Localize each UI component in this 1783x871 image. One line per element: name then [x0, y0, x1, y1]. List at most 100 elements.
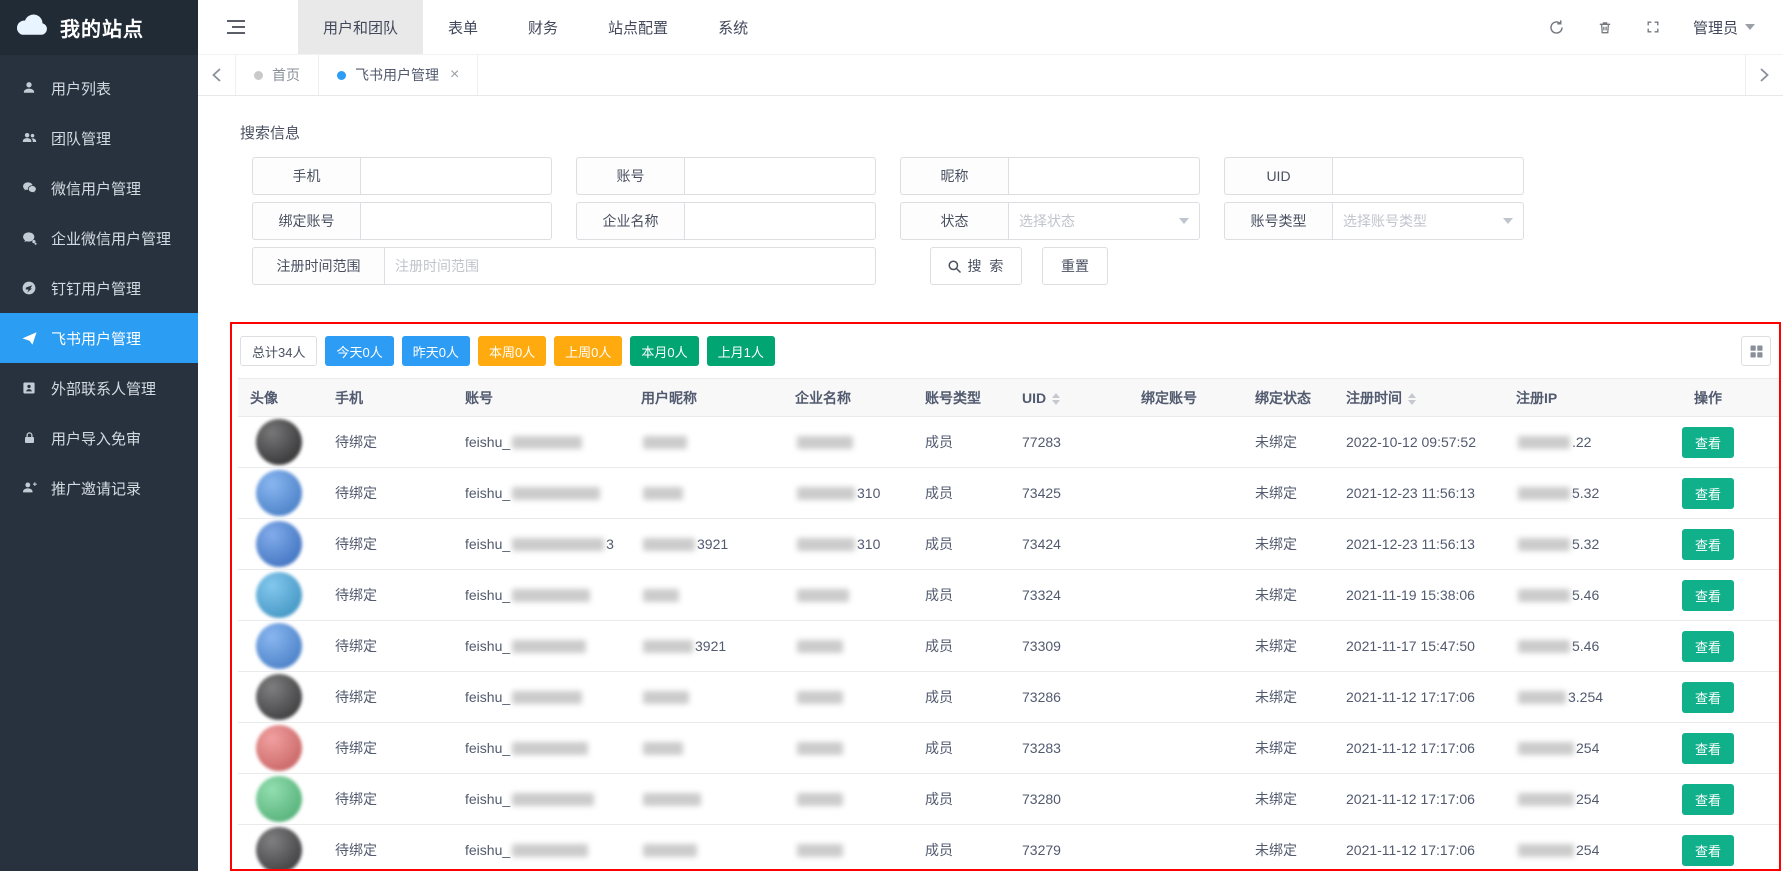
reset-button[interactable]: 重置 [1042, 247, 1108, 285]
account-cell: feishu_ [453, 621, 629, 672]
view-button[interactable]: 查看 [1682, 529, 1734, 560]
reg-ip-cell: 254 [1504, 723, 1631, 774]
bind-status-cell: 未绑定 [1243, 774, 1334, 825]
tabs-scroll-right-icon[interactable] [1745, 55, 1783, 95]
nickname-cell [629, 570, 783, 621]
sidebar-item-wecom-users[interactable]: 企业微信用户管理 [0, 213, 198, 263]
company-input[interactable] [684, 202, 876, 240]
search-form: 手机账号昵称UID绑定账号企业名称状态选择状态账号类型选择账号类型注册时间范围搜… [252, 157, 1783, 285]
logo[interactable]: 我的站点 [0, 0, 198, 55]
trash-icon[interactable] [1597, 19, 1613, 36]
top-menu-item-forms[interactable]: 表单 [423, 0, 503, 54]
account-input[interactable] [684, 157, 876, 195]
fullscreen-icon[interactable] [1645, 19, 1661, 35]
sidebar-item-invite-records[interactable]: 推广邀请记录 [0, 463, 198, 513]
stat-button-yesterday[interactable]: 昨天0人 [402, 336, 470, 366]
app-title: 我的站点 [60, 13, 144, 42]
collapse-menu-icon[interactable] [226, 19, 246, 35]
bind-account-input[interactable] [360, 202, 552, 240]
column-settings-button[interactable] [1741, 336, 1771, 366]
search-form-row: 绑定账号企业名称状态选择状态账号类型选择账号类型 [252, 202, 1783, 240]
company-cell [783, 417, 913, 468]
table-row: 待绑定feishu_成员73286未绑定2021-11-12 17:17:063… [238, 672, 1781, 723]
avatar [256, 521, 302, 567]
stat-button-this-month[interactable]: 本月0人 [630, 336, 698, 366]
stat-button-last-month[interactable]: 上月1人 [707, 336, 775, 366]
tab-home[interactable]: 首页 [236, 55, 319, 95]
table-row: 待绑定feishu_成员77283未绑定2022-10-12 09:57:52.… [238, 417, 1781, 468]
view-button[interactable]: 查看 [1682, 682, 1734, 713]
uid-input[interactable] [1332, 157, 1524, 195]
sidebar-item-wechat-users[interactable]: 微信用户管理 [0, 163, 198, 213]
sidebar-item-dingtalk-users[interactable]: 钉钉用户管理 [0, 263, 198, 313]
view-button[interactable]: 查看 [1682, 733, 1734, 764]
view-button[interactable]: 查看 [1682, 784, 1734, 815]
sidebar-item-external-contacts[interactable]: 外部联系人管理 [0, 363, 198, 413]
reg-ip-cell: 254 [1504, 774, 1631, 825]
column-header: 头像 [238, 379, 323, 417]
uid-cell: 73283 [1010, 723, 1129, 774]
sidebar-item-user-import[interactable]: 用户导入免审 [0, 413, 198, 463]
uid-cell: 77283 [1010, 417, 1129, 468]
redacted-text [1518, 742, 1574, 755]
bind-status-cell: 未绑定 [1243, 570, 1334, 621]
field-label: 注册时间范围 [252, 247, 384, 285]
action-cell: 查看 [1631, 774, 1781, 825]
bind-account-cell [1129, 672, 1243, 723]
redacted-text [797, 436, 853, 449]
avatar-cell [238, 672, 323, 723]
field-label: 账号类型 [1224, 202, 1332, 240]
sidebar-item-user-list[interactable]: 用户列表 [0, 63, 198, 113]
phone-input[interactable] [360, 157, 552, 195]
sidebar-item-label: 推广邀请记录 [51, 478, 141, 499]
top-menu-item-system[interactable]: 系统 [693, 0, 773, 54]
status-select[interactable]: 选择状态 [1008, 202, 1200, 240]
top-menu-item-users-teams[interactable]: 用户和团队 [298, 0, 423, 54]
stat-button-this-week[interactable]: 本周0人 [478, 336, 546, 366]
view-button[interactable]: 查看 [1682, 580, 1734, 611]
view-button[interactable]: 查看 [1682, 427, 1734, 458]
sidebar-item-feishu-users[interactable]: 飞书用户管理 [0, 313, 198, 363]
reg-ip-cell: 3.254 [1504, 672, 1631, 723]
uid-cell: 73309 [1010, 621, 1129, 672]
view-button[interactable]: 查看 [1682, 835, 1734, 866]
uid-cell: 73425 [1010, 468, 1129, 519]
top-menu-item-finance[interactable]: 财务 [503, 0, 583, 54]
account-type-cell: 成员 [913, 519, 1010, 570]
redacted-text [797, 538, 855, 551]
column-header: 用户昵称 [629, 379, 783, 417]
reg-ip-cell: .22 [1504, 417, 1631, 468]
user-icon [20, 80, 38, 96]
stat-button-last-week[interactable]: 上周0人 [554, 336, 622, 366]
tab-close-icon[interactable]: × [450, 67, 459, 83]
phone-cell: 待绑定 [323, 519, 453, 570]
view-button[interactable]: 查看 [1682, 631, 1734, 662]
nickname-input[interactable] [1008, 157, 1200, 195]
top-menu: 用户和团队表单财务站点配置系统 [298, 0, 773, 54]
sidebar-item-team-manage[interactable]: 团队管理 [0, 113, 198, 163]
account-type-select[interactable]: 选择账号类型 [1332, 202, 1524, 240]
nickname-cell [629, 468, 783, 519]
uid-cell: 73424 [1010, 519, 1129, 570]
stat-button-today[interactable]: 今天0人 [325, 336, 393, 366]
avatar [256, 776, 302, 822]
tabs-scroll-left-icon[interactable] [198, 55, 236, 95]
reg-time-cell: 2022-10-12 09:57:52 [1334, 417, 1504, 468]
redacted-text [512, 844, 588, 857]
sidebar-item-label: 用户导入免审 [51, 428, 141, 449]
sort-icon[interactable] [1052, 393, 1060, 405]
top-menu-item-site-config[interactable]: 站点配置 [583, 0, 693, 54]
refresh-icon[interactable] [1548, 19, 1565, 36]
tab-feishu-users[interactable]: 飞书用户管理× [319, 55, 478, 95]
admin-dropdown[interactable]: 管理员 [1693, 17, 1755, 38]
sort-icon[interactable] [1408, 393, 1416, 405]
company-cell [783, 621, 913, 672]
reg-time-range-input[interactable] [384, 247, 876, 285]
action-cell: 查看 [1631, 621, 1781, 672]
redacted-text [512, 691, 582, 704]
bind-status-cell: 未绑定 [1243, 825, 1334, 871]
stat-button-total[interactable]: 总计34人 [240, 336, 317, 366]
view-button[interactable]: 查看 [1682, 478, 1734, 509]
search-button[interactable]: 搜 索 [930, 247, 1022, 285]
stats-row: 总计34人今天0人昨天0人本周0人上周0人本月0人上月1人 [240, 336, 1771, 366]
